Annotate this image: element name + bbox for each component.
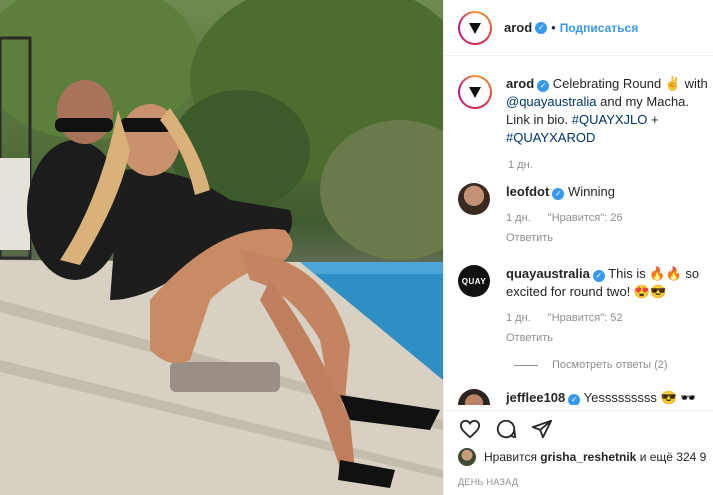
commenter-username[interactable]: quayaustralia — [506, 266, 590, 281]
reply-button[interactable]: Ответить — [506, 229, 706, 247]
post-header: arod ✓ • Подписаться — [444, 0, 713, 56]
liker-username[interactable]: grisha_reshetnik — [540, 450, 636, 464]
share-button[interactable] — [530, 417, 554, 441]
verified-badge-icon: ✓ — [535, 21, 548, 34]
caption-username[interactable]: arod — [506, 76, 534, 91]
comment-button[interactable] — [494, 417, 518, 441]
caption-time[interactable]: 1 дн. — [508, 159, 713, 171]
post-timestamp[interactable]: ДЕНЬ НАЗАД — [458, 477, 518, 487]
share-icon — [531, 419, 553, 438]
author-avatar[interactable] — [458, 10, 492, 45]
post-sidebar: arod ✓ • Подписаться arod ✓ Celebrating R… — [443, 0, 713, 495]
author-logo-icon — [469, 87, 481, 98]
comment-text: Winning — [567, 184, 615, 199]
comment-text: Yesssssssss 😎 🕶️ — [583, 390, 697, 405]
verified-badge-icon: ✓ — [537, 80, 550, 92]
post-actions — [444, 410, 713, 446]
commenter-username[interactable]: jefflee108 — [506, 390, 565, 405]
mention-link[interactable]: @quayaustralia — [506, 94, 597, 109]
verified-badge-icon: ✓ — [592, 270, 605, 282]
hashtag-link[interactable]: #QUAYXJLO — [572, 112, 648, 127]
likes-count[interactable]: и ещё 324 9 — [640, 450, 707, 464]
comment-likes[interactable]: "Нравится": 26 — [548, 212, 623, 224]
reply-button[interactable]: Ответить — [506, 329, 706, 347]
follow-button[interactable]: Подписаться — [560, 21, 638, 35]
separator-dot: • — [551, 20, 556, 35]
verified-badge-icon: ✓ — [552, 188, 565, 200]
avatar-logo-text: QUAY — [461, 276, 487, 286]
post-photo[interactable] — [0, 0, 443, 495]
post-photo-illustration — [0, 0, 443, 495]
verified-badge-icon: ✓ — [568, 394, 581, 405]
likes-prefix: Нравится — [484, 450, 537, 464]
post-caption: arod ✓ Celebrating Round ✌️ with @quayaus… — [458, 75, 713, 147]
replies-divider — [514, 364, 538, 366]
comments-list[interactable]: arod ✓ Celebrating Round ✌️ with @quayaus… — [444, 57, 713, 405]
hashtag-link[interactable]: #QUAYXAROD — [506, 130, 595, 145]
commenter-username[interactable]: leofdot — [506, 184, 549, 199]
heart-icon — [459, 419, 481, 438]
comment-time[interactable]: 1 дн. — [506, 212, 531, 224]
commenter-avatar[interactable] — [458, 389, 490, 405]
comment-item: QUAY quayaustralia ✓ This is 🔥🔥 so excite… — [458, 265, 713, 347]
like-button[interactable] — [458, 417, 482, 441]
commenter-avatar[interactable] — [458, 183, 490, 215]
caption-text: arod ✓ Celebrating Round ✌️ with @quayaus… — [506, 76, 708, 145]
caption-avatar[interactable] — [458, 75, 492, 109]
author-username[interactable]: arod — [504, 20, 532, 35]
likes-summary[interactable]: Нравится grisha_reshetnik и ещё 324 9 — [458, 448, 706, 466]
comment-item: leofdot ✓ Winning 1 дн. "Нравится": 26 От… — [458, 183, 713, 247]
view-replies-button[interactable]: Посмотреть ответы (2) — [514, 359, 713, 371]
comment-likes[interactable]: "Нравится": 52 — [548, 312, 623, 324]
author-logo-icon — [469, 22, 481, 34]
commenter-avatar[interactable]: QUAY — [458, 265, 490, 297]
comment-time[interactable]: 1 дн. — [506, 312, 531, 324]
liker-avatar[interactable] — [458, 448, 476, 466]
comment-item: jefflee108 ✓ Yesssssssss 😎 🕶️ — [458, 389, 713, 405]
comment-icon — [496, 419, 517, 438]
